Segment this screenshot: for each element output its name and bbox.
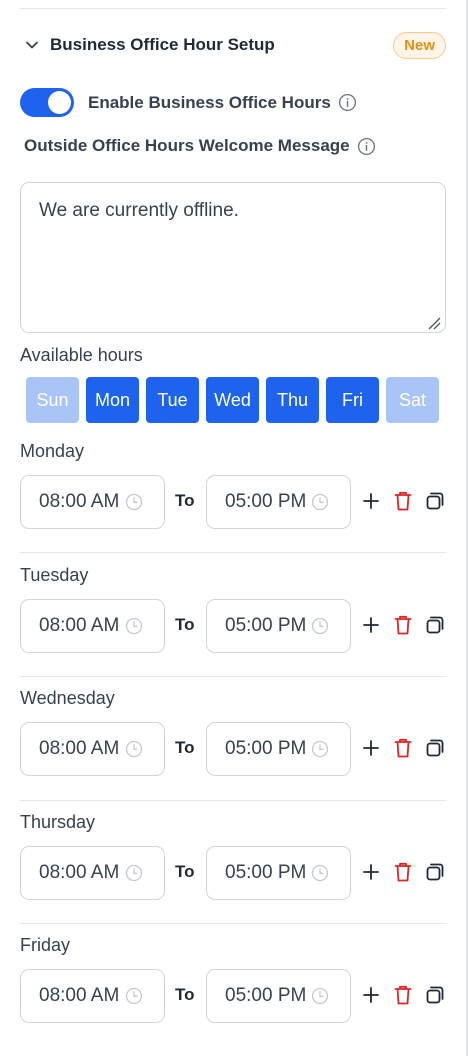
start-time-input[interactable]: 08:00 AM [20,722,165,776]
day-name: Wednesday [20,688,115,708]
enable-office-hours-row: Enable Business Office Hours [20,88,357,117]
start-time-input[interactable]: 08:00 AM [20,969,165,1023]
clock-icon [311,493,329,511]
enable-office-hours-toggle[interactable] [20,88,74,117]
end-time-value: 05:00 PM [225,862,307,883]
resize-handle-icon[interactable] [427,314,441,330]
new-badge: New [393,31,446,59]
welcome-message-label: Outside Office Hours Welcome Message [24,136,350,155]
end-time-value: 05:00 PM [225,738,307,759]
day-name: Friday [20,935,71,955]
start-time-input[interactable]: 08:00 AM [20,846,165,900]
plus-icon[interactable] [359,983,383,1007]
schedule-row-wednesday: Wednesday 08:00 AM To 05:00 PM [20,688,446,776]
to-label: To [175,862,195,881]
info-icon[interactable] [357,137,376,156]
time-range: 08:00 AM To 05:00 PM [20,846,446,900]
schedule-row-friday: Friday 08:00 AM To 05:00 PM [20,935,446,1023]
time-range: 08:00 AM To 05:00 PM [20,475,446,529]
end-time-input[interactable]: 05:00 PM [206,475,351,529]
available-hours-label: Available hours [20,345,143,365]
day-toggle-mon[interactable]: Mon [86,377,139,423]
clock-icon [125,493,143,511]
day-toggle-sun[interactable]: Sun [26,377,79,423]
row-divider [20,552,446,553]
trash-icon[interactable] [391,860,415,884]
start-time-input[interactable]: 08:00 AM [20,599,165,653]
copy-icon[interactable] [423,489,447,513]
welcome-message-label-row: Outside Office Hours Welcome Message [24,136,376,156]
day-name: Monday [20,441,85,461]
day-toggle-fri[interactable]: Fri [326,377,379,423]
plus-icon[interactable] [359,613,383,637]
start-time-value: 08:00 AM [39,738,120,759]
clock-icon [311,864,329,882]
day-toggle-thu[interactable]: Thu [266,377,319,423]
time-range: 08:00 AM To 05:00 PM [20,969,446,1023]
end-time-input[interactable]: 05:00 PM [206,969,351,1023]
trash-icon[interactable] [391,736,415,760]
copy-icon[interactable] [423,860,447,884]
plus-icon[interactable] [359,736,383,760]
schedule-row-tuesday: Tuesday 08:00 AM To 05:00 PM [20,565,446,653]
to-label: To [175,985,195,1004]
clock-icon [311,987,329,1005]
plus-icon[interactable] [359,489,383,513]
day-name: Thursday [20,812,96,832]
start-time-value: 08:00 AM [39,615,120,636]
copy-icon[interactable] [423,983,447,1007]
clock-icon [125,987,143,1005]
start-time-value: 08:00 AM [39,862,120,883]
schedule-row-thursday: Thursday 08:00 AM To 05:00 PM [20,812,446,900]
chevron-down-icon[interactable] [22,35,42,55]
trash-icon[interactable] [391,983,415,1007]
row-divider [20,800,446,801]
row-divider [20,923,446,924]
start-time-input[interactable]: 08:00 AM [20,475,165,529]
plus-icon[interactable] [359,860,383,884]
welcome-message-textarea[interactable]: We are currently offline. [20,182,446,333]
schedule-row-monday: Monday 08:00 AM To 05:00 PM [20,441,446,529]
end-time-input[interactable]: 05:00 PM [206,846,351,900]
section-title: Business Office Hour Setup [50,35,275,54]
clock-icon [311,617,329,635]
info-icon[interactable] [338,93,357,112]
welcome-message-text: We are currently offline. [39,200,239,221]
start-time-value: 08:00 AM [39,491,120,512]
day-toggle-tue[interactable]: Tue [146,377,199,423]
day-toggle-sat[interactable]: Sat [386,377,439,423]
clock-icon [125,617,143,635]
day-name: Tuesday [20,565,89,585]
copy-icon[interactable] [423,613,447,637]
to-label: To [175,615,195,634]
end-time-input[interactable]: 05:00 PM [206,722,351,776]
trash-icon[interactable] [391,613,415,637]
enable-office-hours-label: Enable Business Office Hours [88,92,331,112]
end-time-value: 05:00 PM [225,985,307,1006]
to-label: To [175,491,195,510]
clock-icon [311,740,329,758]
top-divider [20,8,446,9]
start-time-value: 08:00 AM [39,985,120,1006]
time-range: 08:00 AM To 05:00 PM [20,599,446,653]
trash-icon[interactable] [391,489,415,513]
row-divider [20,676,446,677]
copy-icon[interactable] [423,736,447,760]
day-toggle-wed[interactable]: Wed [206,377,259,423]
end-time-input[interactable]: 05:00 PM [206,599,351,653]
clock-icon [125,864,143,882]
end-time-value: 05:00 PM [225,491,307,512]
section-header[interactable]: Business Office Hour Setup New [20,30,446,60]
time-range: 08:00 AM To 05:00 PM [20,722,446,776]
clock-icon [125,740,143,758]
end-time-value: 05:00 PM [225,615,307,636]
toggle-knob [48,91,71,114]
to-label: To [175,738,195,757]
day-selector: Sun Mon Tue Wed Thu Fri Sat [26,377,439,423]
